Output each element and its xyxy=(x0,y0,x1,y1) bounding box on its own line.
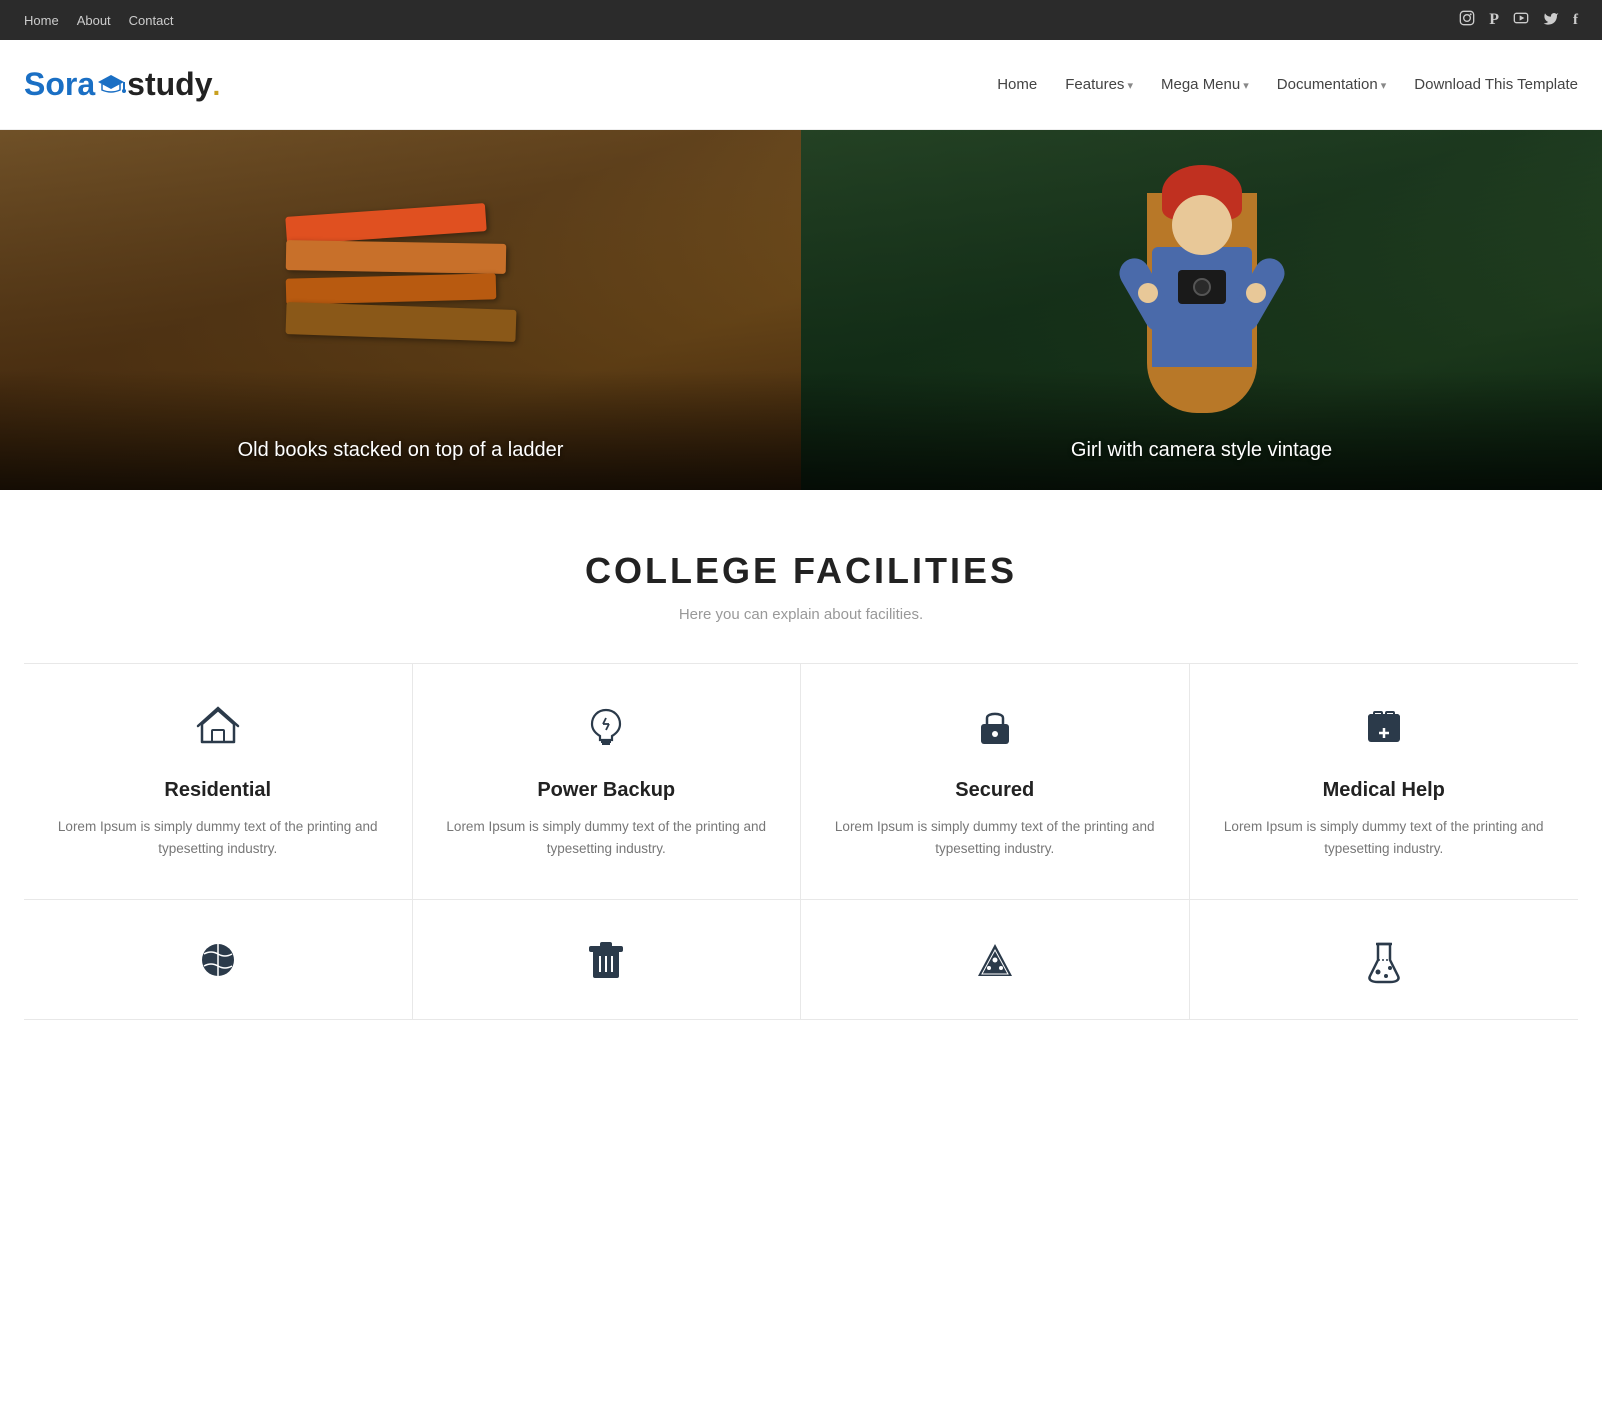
top-nav-home[interactable]: Home xyxy=(24,13,59,28)
nav-download[interactable]: Download This Template xyxy=(1414,76,1578,93)
facilities-title: COLLEGE FACILITIES xyxy=(24,550,1578,592)
hero-left-label: Old books stacked on top of a ladder xyxy=(0,439,801,462)
hero-panel-right: Girl with camera style vintage xyxy=(801,130,1602,490)
social-twitter-icon[interactable] xyxy=(1543,11,1559,30)
facility-name-medical: Medical Help xyxy=(1214,779,1555,802)
facilities-grid-row2 xyxy=(24,900,1578,1020)
nav-home[interactable]: Home xyxy=(997,76,1037,93)
social-instagram-icon[interactable] xyxy=(1459,10,1475,31)
social-pinterest-icon[interactable]: P xyxy=(1489,11,1499,29)
nav-documentation[interactable]: Documentation xyxy=(1277,76,1386,93)
bulb-icon xyxy=(437,704,777,759)
logo-sora: Sora xyxy=(24,66,95,102)
lock-icon xyxy=(825,704,1165,759)
sports-icon xyxy=(198,940,238,991)
home-icon xyxy=(48,704,388,759)
nav-links: Home Features Mega Menu Documentation Do… xyxy=(997,76,1578,93)
facility-card-secured: Secured Lorem Ipsum is simply dummy text… xyxy=(801,664,1190,900)
hero-left-gradient xyxy=(0,370,801,490)
logo[interactable]: Sora study. xyxy=(24,68,220,101)
nav-mega-menu[interactable]: Mega Menu xyxy=(1161,76,1249,93)
hero-section: Old books stacked on top of a ladder xyxy=(0,130,1602,490)
hero-right-label: Girl with camera style vintage xyxy=(801,439,1602,462)
facility-name-power: Power Backup xyxy=(437,779,777,802)
facility-desc-power: Lorem Ipsum is simply dummy text of the … xyxy=(437,816,777,859)
facility-card-power: Power Backup Lorem Ipsum is simply dummy… xyxy=(413,664,802,900)
books-decoration xyxy=(286,210,516,338)
top-bar-social: P f xyxy=(1459,10,1578,31)
logo-study: study xyxy=(127,66,212,102)
facility-name-secured: Secured xyxy=(825,779,1165,802)
graduation-cap-icon xyxy=(96,73,126,95)
facility-card-sports xyxy=(24,900,413,1020)
facilities-grid: Residential Lorem Ipsum is simply dummy … xyxy=(24,663,1578,900)
nav-features[interactable]: Features xyxy=(1065,76,1133,93)
facility-desc-residential: Lorem Ipsum is simply dummy text of the … xyxy=(48,816,388,859)
facility-card-dining xyxy=(413,900,802,1020)
hero-panel-left: Old books stacked on top of a ladder xyxy=(0,130,801,490)
top-nav-about[interactable]: About xyxy=(77,13,111,28)
facilities-section: COLLEGE FACILITIES Here you can explain … xyxy=(0,490,1602,1060)
top-bar: Home About Contact P f xyxy=(0,0,1602,40)
top-bar-links: Home About Contact xyxy=(24,13,173,28)
medical-icon xyxy=(1214,704,1555,759)
facility-name-residential: Residential xyxy=(48,779,388,802)
top-nav-contact[interactable]: Contact xyxy=(129,13,174,28)
facility-card-food xyxy=(801,900,1190,1020)
trash-icon xyxy=(587,940,625,993)
facility-card-residential: Residential Lorem Ipsum is simply dummy … xyxy=(24,664,413,900)
lab-icon xyxy=(1364,940,1404,995)
social-facebook-icon[interactable]: f xyxy=(1573,12,1578,29)
facility-desc-secured: Lorem Ipsum is simply dummy text of the … xyxy=(825,816,1165,859)
facilities-subtitle: Here you can explain about facilities. xyxy=(24,606,1578,623)
facility-desc-medical: Lorem Ipsum is simply dummy text of the … xyxy=(1214,816,1555,859)
facility-card-lab xyxy=(1190,900,1579,1020)
facility-card-medical: Medical Help Lorem Ipsum is simply dummy… xyxy=(1190,664,1579,900)
main-nav: Sora study. Home Features Mega Menu Docu… xyxy=(0,40,1602,130)
social-youtube-icon[interactable] xyxy=(1513,10,1529,31)
pizza-icon xyxy=(974,940,1016,993)
